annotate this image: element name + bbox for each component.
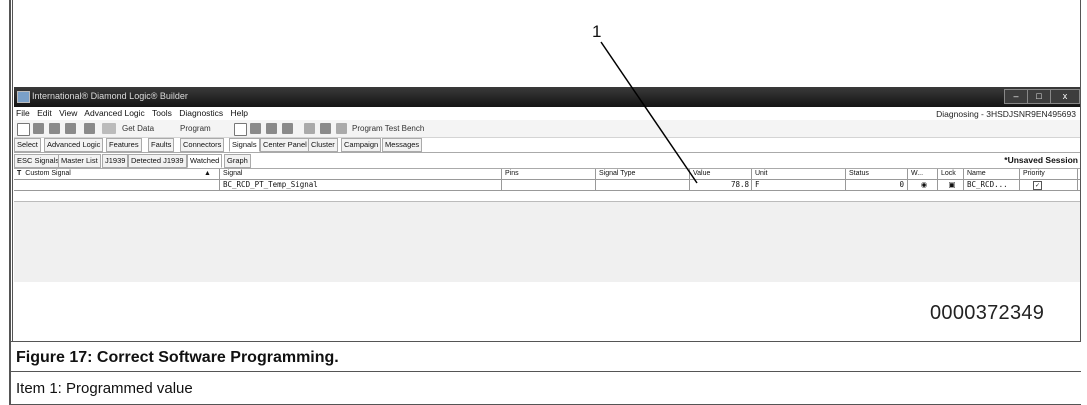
window-title: International® Diamond Logic® Builder	[32, 91, 188, 101]
tab-cluster[interactable]: Cluster	[308, 138, 338, 152]
table-row[interactable]: BC_RCD_PT_Temp_Signal 78.8 F 0 ◉ ▣ BC_RC…	[14, 180, 1080, 191]
gear-icon[interactable]	[266, 123, 277, 134]
edit-icon[interactable]	[304, 123, 315, 134]
tab-features[interactable]: Features	[106, 138, 142, 152]
column-header-signal[interactable]: Signal	[220, 169, 502, 179]
menu-file[interactable]: File	[16, 108, 30, 118]
column-header-signal-type[interactable]: Signal Type	[596, 169, 690, 179]
sub-tab-bar: ESC Signals Master List J1939 Detected J…	[14, 153, 1080, 169]
tab-advanced-logic[interactable]: Advanced Logic	[44, 138, 104, 152]
column-header-status[interactable]: Status	[846, 169, 908, 179]
close-button[interactable]: x	[1050, 89, 1080, 104]
sort-arrow-icon: ▲	[204, 170, 211, 177]
tab-faults[interactable]: Faults	[148, 138, 175, 152]
menu-diagnostics[interactable]: Diagnostics	[179, 108, 223, 118]
item-description: Item 1: Programmed value	[16, 380, 193, 397]
menu-edit[interactable]: Edit	[37, 108, 52, 118]
toolbar: Get Data Program Program Test Bench	[14, 120, 1080, 138]
callout-number: 1	[592, 22, 602, 41]
frame-right-border	[1080, 0, 1081, 342]
column-header-value[interactable]: Value	[690, 169, 752, 179]
column-header-pins[interactable]: Pins	[502, 169, 596, 179]
monitor-icon[interactable]	[102, 123, 116, 134]
priority-checkbox[interactable]: ✓	[1033, 181, 1042, 190]
tab-master-list[interactable]: Master List	[58, 154, 101, 168]
menu-bar: File Edit View Advanced Logic Tools Diag…	[14, 107, 1080, 120]
tools-icon[interactable]	[49, 123, 60, 134]
new-file-icon[interactable]	[17, 123, 30, 136]
tab-signals[interactable]: Signals	[229, 138, 260, 152]
column-header-name[interactable]: Name	[964, 169, 1020, 179]
figure-id: 0000372349	[930, 302, 1045, 324]
tab-watched[interactable]: Watched	[187, 154, 223, 168]
cell-unit: F	[752, 180, 846, 190]
tab-messages[interactable]: Messages	[382, 138, 423, 152]
tab-esc-signals[interactable]: ESC Signals	[14, 154, 63, 168]
tab-center-panel[interactable]: Center Panel	[260, 138, 310, 152]
lock-icon[interactable]: ▣	[938, 180, 964, 190]
app-logo-icon	[17, 91, 30, 103]
eye-icon[interactable]: ◉	[908, 180, 938, 190]
column-header-lock[interactable]: Lock	[938, 169, 964, 179]
minimize-button[interactable]: –	[1004, 89, 1028, 104]
cell-custom-signal	[14, 180, 220, 190]
cell-signal: BC_RCD_PT_Temp_Signal	[220, 180, 502, 190]
divider-middle	[9, 371, 1081, 372]
get-data-button[interactable]: Get Data	[122, 124, 154, 133]
divider-top	[9, 341, 1081, 342]
test-bench-icon[interactable]	[336, 123, 347, 134]
program-test-bench-button[interactable]: Program Test Bench	[352, 124, 424, 133]
save-icon[interactable]	[33, 123, 44, 134]
cell-value: 78.8	[690, 180, 752, 190]
cell-signal-type	[596, 180, 690, 190]
tab-campaign[interactable]: Campaign	[341, 138, 382, 152]
main-tab-bar: Select Advanced Logic Features Faults Co…	[14, 137, 1080, 153]
maximize-button[interactable]: □	[1027, 89, 1051, 104]
tab-detected-j1939[interactable]: Detected J1939	[128, 154, 187, 168]
cell-name: BC_RCD...	[964, 180, 1020, 190]
undo-icon[interactable]	[65, 123, 76, 134]
figure-caption: Figure 17: Correct Software Programming.	[16, 349, 339, 366]
menu-view[interactable]: View	[59, 108, 77, 118]
key-icon[interactable]	[320, 123, 331, 134]
document-icon[interactable]	[234, 123, 247, 136]
menu-help[interactable]: Help	[231, 108, 248, 118]
tab-j1939[interactable]: J1939	[102, 154, 129, 168]
frame-inner-border	[12, 0, 13, 342]
column-header-priority[interactable]: Priority	[1020, 169, 1078, 179]
cell-pins	[502, 180, 596, 190]
menu-advanced-logic[interactable]: Advanced Logic	[84, 108, 145, 118]
empty-row	[14, 191, 1080, 202]
cell-priority: ✓	[1020, 180, 1078, 190]
column-header-custom-signal[interactable]: T Custom Signal ▲	[14, 169, 220, 179]
print-icon[interactable]	[84, 123, 95, 134]
tab-select[interactable]: Select	[14, 138, 41, 152]
grid-header: T Custom Signal ▲ Signal Pins Signal Type …	[14, 169, 1080, 180]
tab-graph[interactable]: Graph	[224, 154, 251, 168]
unsaved-session-label: *Unsaved Session	[1004, 155, 1078, 165]
gear-alt-icon[interactable]	[282, 123, 293, 134]
column-header-unit[interactable]: Unit	[752, 169, 846, 179]
frame-left-border	[9, 0, 11, 405]
title-bar: International® Diamond Logic® Builder – …	[14, 87, 1080, 107]
cell-status: 0	[846, 180, 908, 190]
app-window: International® Diamond Logic® Builder – …	[14, 87, 1080, 282]
panel-icon[interactable]	[250, 123, 261, 134]
menu-tools[interactable]: Tools	[152, 108, 172, 118]
column-header-watch[interactable]: W...	[908, 169, 938, 179]
program-button[interactable]: Program	[180, 124, 211, 133]
tab-connectors[interactable]: Connectors	[180, 138, 225, 152]
filter-icon[interactable]: T	[17, 170, 21, 177]
diagnosing-status: Diagnosing - 3HSDJSNR9EN495693	[936, 109, 1076, 119]
